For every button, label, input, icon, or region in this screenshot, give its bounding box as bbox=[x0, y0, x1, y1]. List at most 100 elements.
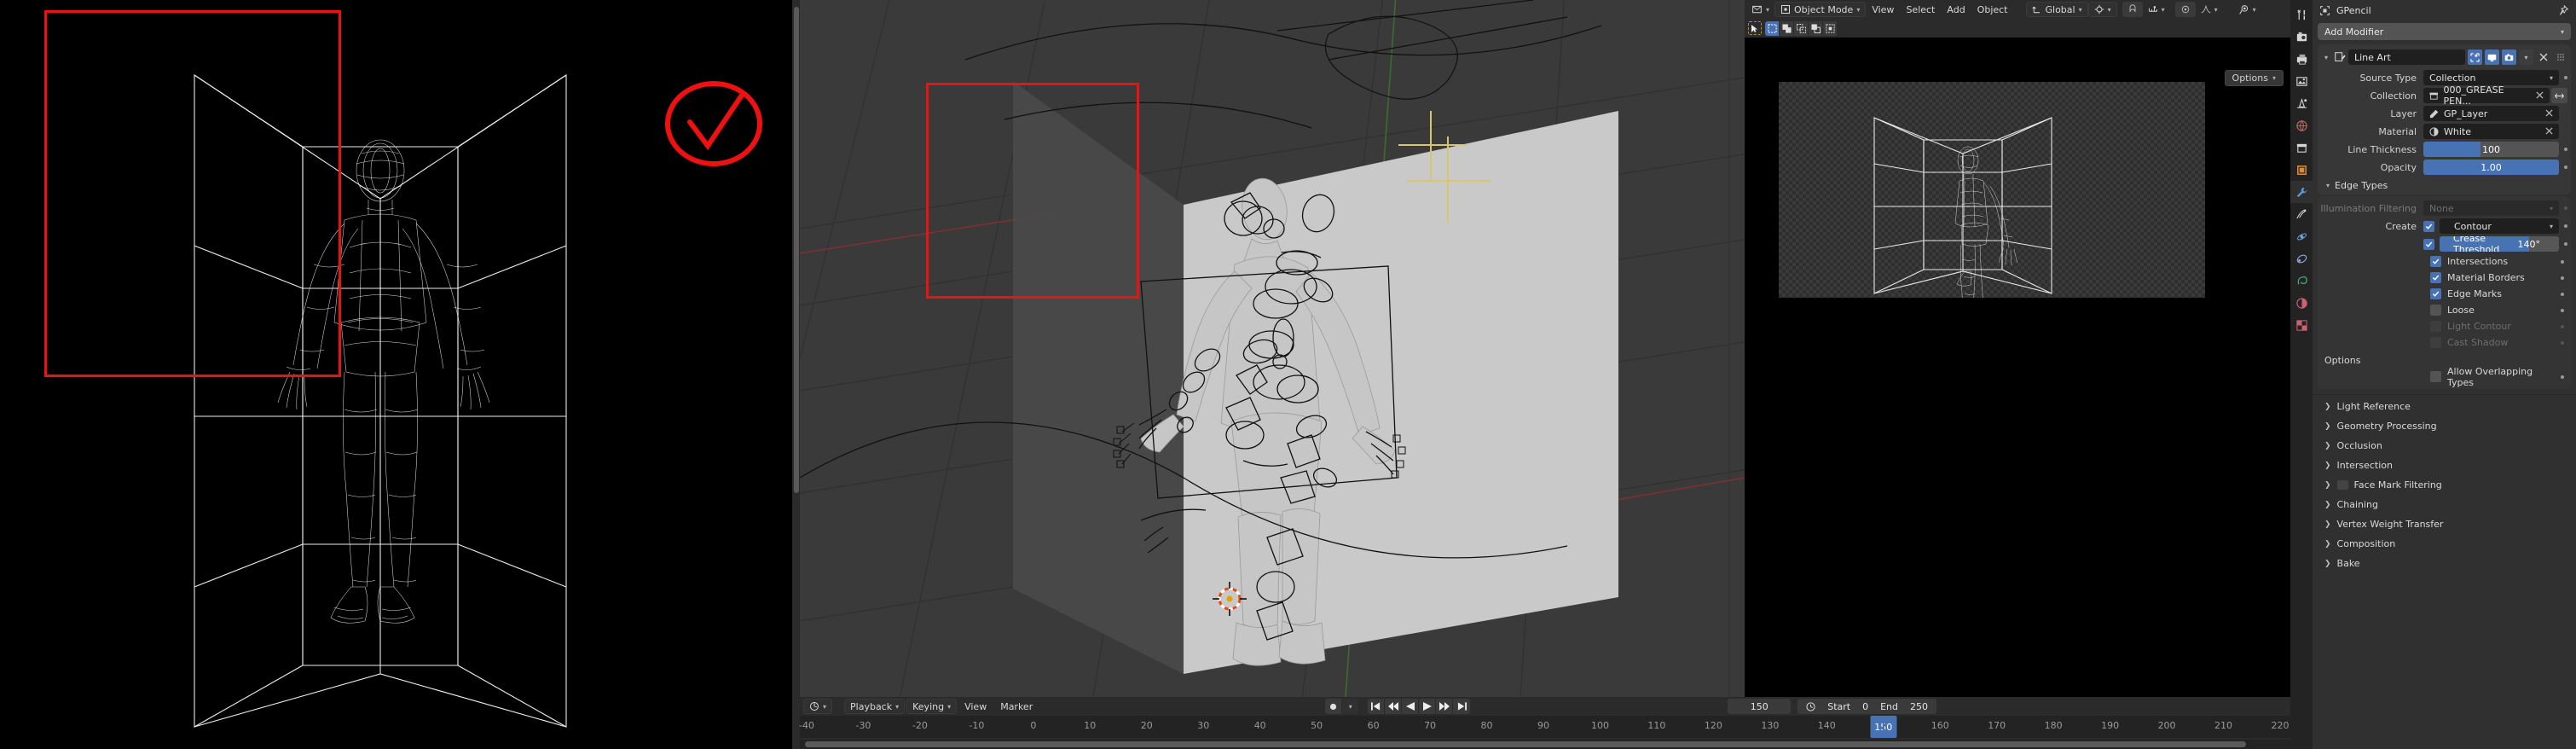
select-intersect-button[interactable] bbox=[1823, 20, 1838, 36]
modifier-editmode-toggle[interactable] bbox=[2468, 49, 2482, 65]
modifier-drag-handle[interactable] bbox=[2553, 49, 2567, 65]
next-keyframe-button[interactable] bbox=[1436, 699, 1454, 714]
timeline-editor-type-button[interactable]: ▾ bbox=[803, 699, 833, 714]
jump-to-start-button[interactable] bbox=[1368, 699, 1386, 714]
menu-select[interactable]: Select bbox=[1900, 3, 1941, 17]
select-subtract-button[interactable] bbox=[1794, 20, 1809, 36]
modifier-extras-dropdown[interactable]: ▾ bbox=[2519, 49, 2533, 65]
start-value[interactable]: 0 bbox=[1862, 701, 1868, 712]
edge-marks-checkbox[interactable] bbox=[2430, 288, 2441, 299]
menu-playback[interactable]: Playback ▾ bbox=[844, 699, 906, 714]
prop-tab-world[interactable] bbox=[2290, 114, 2313, 136]
menu-add[interactable]: Add bbox=[1941, 3, 1971, 17]
pivot-point-selector[interactable]: ▾ bbox=[2087, 2, 2117, 17]
subpanel-composition[interactable]: ❯ Composition bbox=[2313, 534, 2576, 554]
chevron-down-icon[interactable]: ▾ bbox=[2321, 54, 2331, 61]
intersections-checkbox[interactable] bbox=[2430, 256, 2441, 267]
collection-clear-button[interactable] bbox=[2536, 90, 2544, 102]
left-scrollbar-thumb[interactable] bbox=[794, 7, 799, 493]
falloff-selector[interactable]: ▾ bbox=[2196, 2, 2223, 17]
opacity-slider[interactable]: 1.00 bbox=[2423, 160, 2559, 175]
auto-keying-toggle[interactable] bbox=[1325, 699, 1343, 714]
layer-id-field[interactable]: GP_Layer bbox=[2423, 106, 2559, 121]
source-type-dropdown[interactable]: Collection ▾ bbox=[2423, 70, 2559, 85]
animate-dot[interactable] bbox=[2561, 259, 2564, 264]
prop-tab-modifier[interactable] bbox=[2290, 181, 2313, 203]
snap-toggle[interactable] bbox=[2122, 2, 2143, 17]
subpanel-geometry-processing[interactable]: ❯ Geometry Processing bbox=[2313, 416, 2576, 436]
tweak-tool-button[interactable] bbox=[1748, 21, 1762, 35]
animate-dot[interactable] bbox=[2564, 148, 2567, 151]
prop-tab-particles[interactable] bbox=[2290, 203, 2313, 225]
playback-transport[interactable] bbox=[1368, 699, 1471, 714]
edge-types-header[interactable]: ▾ Edge Types bbox=[2318, 177, 2571, 195]
end-value[interactable]: 250 bbox=[1910, 701, 1928, 712]
subpanel-bake[interactable]: ❯ Bake bbox=[2313, 554, 2576, 573]
snap-to-selector[interactable]: ▾ bbox=[2143, 2, 2170, 17]
subpanel-light-reference[interactable]: ❯ Light Reference bbox=[2313, 397, 2576, 416]
prev-keyframe-button[interactable] bbox=[1385, 699, 1403, 714]
crease-checkbox[interactable] bbox=[2423, 238, 2434, 250]
pin-icon[interactable] bbox=[2558, 4, 2569, 16]
prop-tab-physics[interactable] bbox=[2290, 225, 2313, 247]
animate-dot[interactable] bbox=[2561, 292, 2564, 296]
modifier-render-toggle[interactable] bbox=[2502, 49, 2516, 65]
animate-dot[interactable] bbox=[2564, 224, 2567, 228]
viewport-options-button[interactable]: Options ▾ bbox=[2224, 70, 2284, 86]
menu-keying[interactable]: Keying ▾ bbox=[906, 699, 958, 714]
collection-link-button[interactable] bbox=[2551, 88, 2567, 103]
menu-object[interactable]: Object bbox=[1971, 3, 2014, 17]
subpanel-occlusion[interactable]: ❯ Occlusion bbox=[2313, 436, 2576, 456]
current-frame-field[interactable]: 150 bbox=[1728, 699, 1792, 714]
visibility-selector[interactable]: ▾ bbox=[2233, 2, 2261, 17]
subpanel-face-mark-filtering[interactable]: ❯ Face Mark Filtering bbox=[2313, 475, 2576, 495]
subpanel-intersection[interactable]: ❯ Intersection bbox=[2313, 456, 2576, 475]
mode-selector[interactable]: Object Mode ▾ bbox=[1774, 2, 1867, 17]
editor-type-button[interactable]: ▾ bbox=[1746, 2, 1774, 17]
material-id-field[interactable]: White bbox=[2423, 124, 2559, 139]
prop-tab-material[interactable] bbox=[2290, 292, 2313, 314]
timeline-horizontal-scrollbar[interactable] bbox=[800, 740, 2290, 749]
prop-tab-texture[interactable] bbox=[2290, 314, 2313, 336]
modifier-name-field[interactable]: Line Art bbox=[2348, 49, 2465, 65]
add-modifier-button[interactable]: Add Modifier ▾ bbox=[2318, 23, 2571, 40]
properties-tab-column[interactable] bbox=[2290, 0, 2313, 749]
prop-tab-render[interactable] bbox=[2290, 26, 2313, 48]
menu-marker[interactable]: Marker bbox=[994, 700, 1039, 714]
select-mode-group[interactable] bbox=[1765, 20, 1838, 36]
select-extend-button[interactable] bbox=[1780, 20, 1794, 36]
modifier-realtime-toggle[interactable] bbox=[2485, 49, 2499, 65]
prop-tab-collection[interactable] bbox=[2290, 136, 2313, 159]
subpanel-chaining[interactable]: ❯ Chaining bbox=[2313, 495, 2576, 514]
animate-dot[interactable] bbox=[2564, 76, 2567, 79]
jump-to-end-button[interactable] bbox=[1453, 699, 1471, 714]
animate-dot[interactable] bbox=[2564, 165, 2567, 169]
prop-tab-tool[interactable] bbox=[2290, 3, 2313, 26]
animate-dot[interactable] bbox=[2564, 242, 2567, 246]
prop-tab-data[interactable] bbox=[2290, 270, 2313, 292]
left-scrollbar[interactable] bbox=[792, 0, 800, 749]
select-invert-button[interactable] bbox=[1809, 20, 1823, 36]
frame-range-fields[interactable]: Start 0 End 250 bbox=[1797, 699, 1937, 714]
line-thickness-slider[interactable]: 100 bbox=[2423, 142, 2559, 157]
proportional-editing-toggle[interactable] bbox=[2174, 2, 2196, 17]
prop-tab-object[interactable] bbox=[2290, 159, 2313, 181]
allow-overlapping-checkbox[interactable] bbox=[2430, 371, 2441, 382]
modifier-delete-button[interactable] bbox=[2536, 49, 2550, 65]
auto-keying-options[interactable]: ▾ bbox=[1342, 699, 1360, 714]
contour-checkbox[interactable] bbox=[2423, 220, 2434, 232]
menu-view[interactable]: View bbox=[958, 700, 993, 714]
subpanel-vertex-weight-transfer[interactable]: ❯ Vertex Weight Transfer bbox=[2313, 514, 2576, 534]
animate-dot[interactable] bbox=[2561, 374, 2564, 379]
material-borders-checkbox[interactable] bbox=[2430, 272, 2441, 283]
play-button[interactable] bbox=[1419, 699, 1437, 714]
select-set-button[interactable] bbox=[1765, 20, 1780, 36]
loose-checkbox[interactable] bbox=[2430, 305, 2441, 316]
face-mark-filtering-checkbox[interactable] bbox=[2336, 480, 2348, 490]
contour-dropdown[interactable]: Contour ▾ bbox=[2440, 218, 2559, 234]
timeline-ruler[interactable]: -40 -30 -20 -10 0 10 20 30 40 50 60 70 80 90 100 110 120… bbox=[799, 716, 2290, 738]
prop-tab-constraints[interactable] bbox=[2290, 247, 2313, 270]
timeline-scrollbar-thumb[interactable] bbox=[805, 741, 2246, 747]
layer-clear-button[interactable] bbox=[2545, 108, 2553, 119]
prop-tab-output[interactable] bbox=[2290, 48, 2313, 70]
